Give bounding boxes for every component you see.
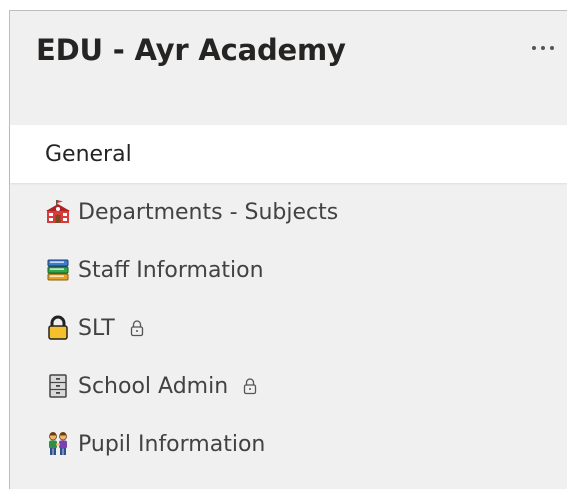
channel-label: General	[45, 141, 132, 167]
channel-slt[interactable]: SLT	[10, 299, 567, 357]
channel-pupil-information[interactable]: Pupil Information	[10, 415, 567, 473]
people-holding-hands-icon	[45, 431, 71, 457]
channel-departments-subjects[interactable]: Departments - Subjects	[10, 183, 567, 241]
more-options-button[interactable]	[526, 31, 560, 65]
school-building-icon	[45, 199, 71, 225]
books-icon	[45, 257, 71, 283]
filing-cabinet-icon	[45, 373, 71, 399]
channel-staff-information[interactable]: Staff Information	[10, 241, 567, 299]
channel-panel: EDU - Ayr Academy General Departments - …	[9, 10, 567, 489]
channel-label: Pupil Information	[78, 431, 266, 457]
channel-general[interactable]: General	[10, 125, 567, 183]
channel-label: Staff Information	[78, 257, 264, 283]
channel-list: General Departments - Subjects Staff Inf…	[10, 125, 567, 473]
lock-icon	[45, 315, 71, 341]
ellipsis-icon	[532, 46, 554, 50]
channel-label: Departments - Subjects	[78, 199, 339, 225]
channel-school-admin[interactable]: School Admin	[10, 357, 567, 415]
private-lock-icon	[129, 319, 145, 337]
channel-label: SLT	[78, 315, 115, 341]
private-lock-icon	[242, 377, 258, 395]
team-header: EDU - Ayr Academy	[10, 11, 567, 121]
channel-label: School Admin	[78, 373, 229, 399]
team-name[interactable]: EDU - Ayr Academy	[36, 33, 346, 67]
